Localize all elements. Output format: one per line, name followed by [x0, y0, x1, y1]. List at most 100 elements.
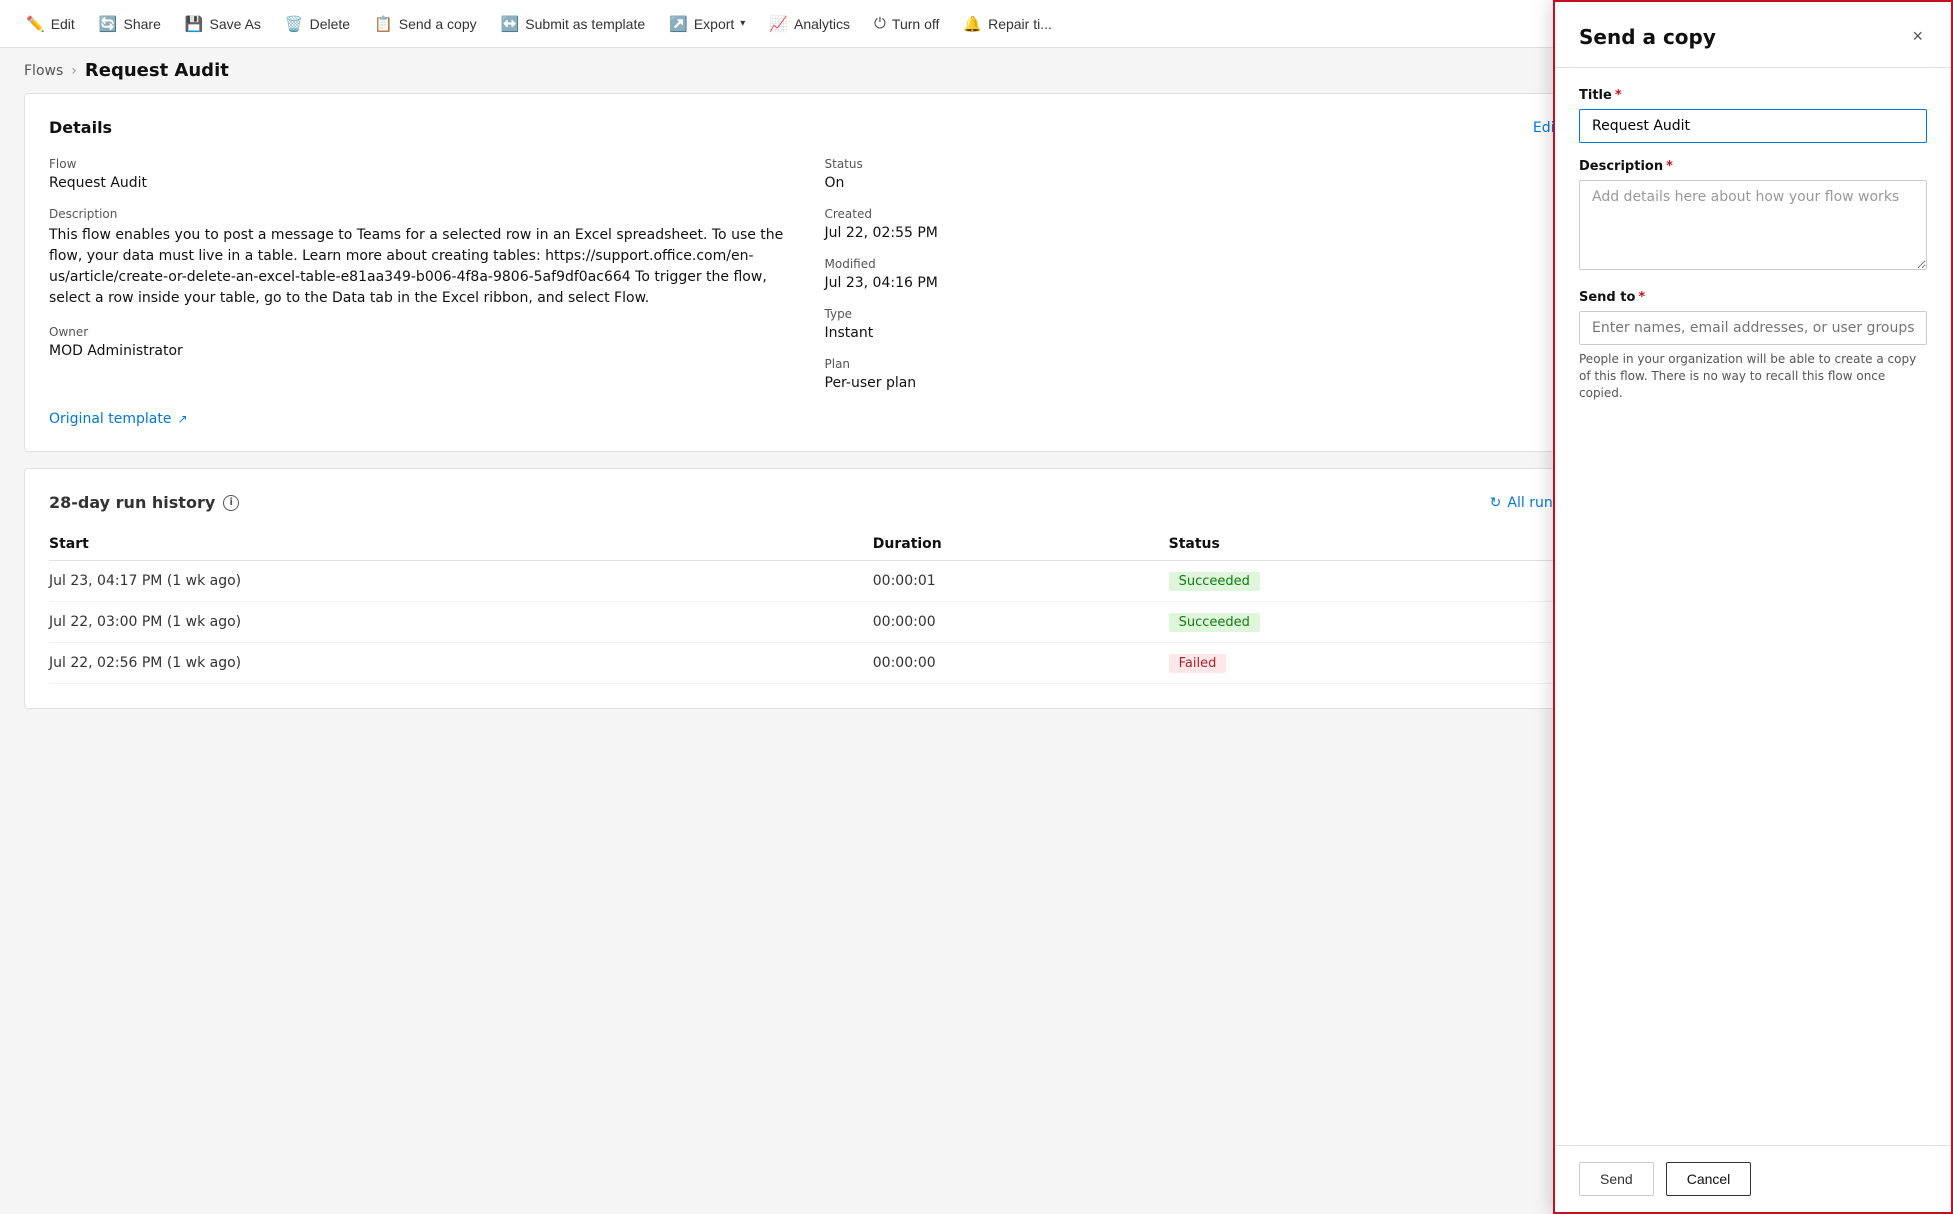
share-button[interactable]: 🔄 Share — [89, 9, 171, 39]
table-header-row: Start Duration Status — [49, 528, 1560, 561]
owner-label: Owner — [49, 325, 785, 339]
send-copy-icon: 📋 — [374, 15, 393, 33]
save-icon: 💾 — [185, 15, 204, 33]
modified-label: Modified — [825, 257, 1561, 271]
run-history-header: 28-day run history i ↻ All runs — [49, 493, 1560, 512]
created-label: Created — [825, 207, 1561, 221]
send-copy-panel: Send a copy × Title * Description * Send… — [1553, 0, 1953, 1214]
modified-value: Jul 23, 04:16 PM — [825, 275, 1561, 291]
created-group: Created Jul 22, 02:55 PM — [825, 207, 1561, 241]
export-button[interactable]: ↗️ Export ▾ — [659, 9, 755, 39]
table-row: Jul 23, 04:17 PM (1 wk ago)00:00:01Succe… — [49, 561, 1560, 602]
run-start-cell: Jul 22, 02:56 PM (1 wk ago) — [49, 643, 873, 684]
analytics-icon: 📈 — [769, 15, 788, 33]
plan-label: Plan — [825, 357, 1561, 371]
original-template-link[interactable]: Original template ↗ — [49, 411, 1560, 427]
modified-group: Modified Jul 23, 04:16 PM — [825, 257, 1561, 291]
export-chevron-icon: ▾ — [740, 18, 745, 29]
run-start-cell: Jul 22, 03:00 PM (1 wk ago) — [49, 602, 873, 643]
run-history-title: 28-day run history i — [49, 493, 239, 512]
send-to-hint: People in your organization will be able… — [1579, 351, 1927, 401]
send-to-form-group: Send to * People in your organization wi… — [1579, 290, 1927, 401]
all-runs-link[interactable]: ↻ All runs — [1490, 495, 1560, 511]
details-title: Details — [49, 118, 112, 137]
save-as-button[interactable]: 💾 Save As — [175, 9, 271, 39]
delete-icon: 🗑️ — [285, 15, 304, 33]
turn-off-button[interactable]: ⏻ Turn off — [864, 9, 949, 38]
type-value: Instant — [825, 325, 1561, 341]
created-value: Jul 22, 02:55 PM — [825, 225, 1561, 241]
owner-value: MOD Administrator — [49, 343, 785, 359]
edit-icon: ✏️ — [26, 15, 45, 33]
owner-group: Owner MOD Administrator — [49, 325, 785, 359]
title-form-group: Title * — [1579, 88, 1927, 143]
title-label: Title * — [1579, 88, 1927, 103]
panel-footer: Send Cancel — [1555, 1145, 1951, 1212]
run-status-cell: Succeeded — [1169, 561, 1560, 602]
plan-value: Per-user plan — [825, 375, 1561, 391]
description-required: * — [1666, 159, 1673, 174]
submit-template-icon: ↔️ — [501, 15, 520, 33]
export-icon: ↗️ — [669, 15, 688, 33]
table-row: Jul 22, 03:00 PM (1 wk ago)00:00:00Succe… — [49, 602, 1560, 643]
run-duration-cell: 00:00:00 — [873, 602, 1169, 643]
submit-template-button[interactable]: ↔️ Submit as template — [491, 9, 656, 39]
description-textarea[interactable] — [1579, 180, 1927, 270]
details-header: Details Edit — [49, 118, 1560, 137]
left-content: Details Edit Flow Request Audit Descript… — [24, 93, 1585, 725]
details-grid: Flow Request Audit Description This flow… — [49, 157, 1560, 391]
panel-body: Title * Description * Send to * People i… — [1555, 68, 1951, 1145]
breadcrumb-flows-link[interactable]: Flows — [24, 63, 63, 79]
details-left-col: Flow Request Audit Description This flow… — [49, 157, 785, 391]
edit-button[interactable]: ✏️ Edit — [16, 9, 85, 39]
run-history-card: 28-day run history i ↻ All runs Start Du… — [24, 468, 1585, 709]
type-label: Type — [825, 307, 1561, 321]
send-copy-button[interactable]: 📋 Send a copy — [364, 9, 487, 39]
breadcrumb-separator: › — [71, 63, 77, 79]
duration-column-header: Duration — [873, 528, 1169, 561]
run-duration-cell: 00:00:01 — [873, 561, 1169, 602]
run-status-cell: Succeeded — [1169, 602, 1560, 643]
send-button[interactable]: Send — [1579, 1162, 1654, 1196]
description-group: Description This flow enables you to pos… — [49, 207, 785, 309]
type-group: Type Instant — [825, 307, 1561, 341]
panel-close-button[interactable]: × — [1908, 22, 1927, 51]
description-value: This flow enables you to post a message … — [49, 225, 785, 309]
flow-value: Request Audit — [49, 175, 785, 191]
analytics-button[interactable]: 📈 Analytics — [759, 9, 860, 39]
send-to-label: Send to * — [1579, 290, 1927, 305]
title-required: * — [1615, 88, 1622, 103]
run-status-cell: Failed — [1169, 643, 1560, 684]
refresh-icon: ↻ — [1490, 495, 1502, 511]
page-title: Request Audit — [85, 60, 229, 81]
info-icon[interactable]: i — [223, 495, 239, 511]
run-history-table: Start Duration Status Jul 23, 04:17 PM (… — [49, 528, 1560, 684]
status-column-header: Status — [1169, 528, 1560, 561]
bell-icon: 🔔 — [963, 15, 982, 33]
title-input[interactable] — [1579, 109, 1927, 143]
description-label: Description * — [1579, 159, 1927, 174]
description-form-group: Description * — [1579, 159, 1927, 274]
send-to-input[interactable] — [1579, 311, 1927, 345]
share-icon: 🔄 — [99, 15, 118, 33]
external-link-icon: ↗ — [177, 412, 187, 426]
flow-label: Flow — [49, 157, 785, 171]
repair-button[interactable]: 🔔 Repair ti... — [953, 9, 1062, 39]
plan-group: Plan Per-user plan — [825, 357, 1561, 391]
cancel-button[interactable]: Cancel — [1666, 1162, 1752, 1196]
status-value: On — [825, 175, 1561, 191]
delete-button[interactable]: 🗑️ Delete — [275, 9, 360, 39]
send-to-required: * — [1638, 290, 1645, 305]
panel-title: Send a copy — [1579, 25, 1716, 49]
start-column-header: Start — [49, 528, 873, 561]
run-duration-cell: 00:00:00 — [873, 643, 1169, 684]
table-row: Jul 22, 02:56 PM (1 wk ago)00:00:00Faile… — [49, 643, 1560, 684]
status-label: Status — [825, 157, 1561, 171]
description-label: Description — [49, 207, 785, 221]
status-badge: Failed — [1169, 654, 1227, 673]
details-card: Details Edit Flow Request Audit Descript… — [24, 93, 1585, 452]
flow-group: Flow Request Audit — [49, 157, 785, 191]
details-right-col: Status On Created Jul 22, 02:55 PM Modif… — [825, 157, 1561, 391]
panel-header: Send a copy × — [1555, 2, 1951, 68]
status-group: Status On — [825, 157, 1561, 191]
